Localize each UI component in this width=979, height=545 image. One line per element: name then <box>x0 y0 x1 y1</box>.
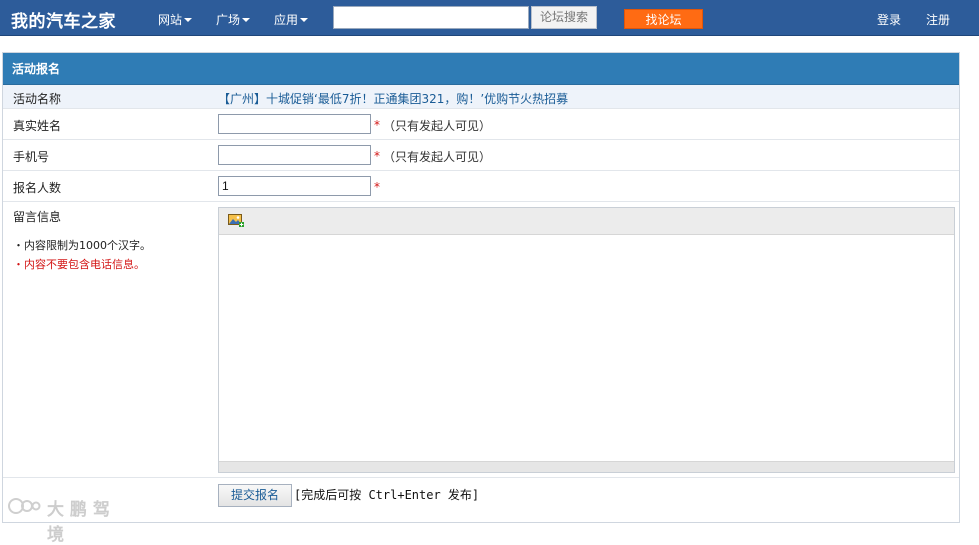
site-logo[interactable]: 我的汽车之家 <box>11 7 116 32</box>
phone-hint: （只有发起人可见） <box>383 150 492 164</box>
message-no-phone-note: ・内容不要包含电话信息。 <box>13 258 145 271</box>
watermark-text: 大 鹏 驾 境 <box>47 500 110 545</box>
chevron-down-icon <box>242 18 251 22</box>
chevron-down-icon <box>300 18 309 22</box>
top-navbar: 我的汽车之家 网站 广场 应用 论坛搜索 找论坛 登录 注册 <box>0 0 979 36</box>
participant-count-field[interactable] <box>218 176 371 196</box>
required-marker: * <box>374 118 380 132</box>
phone-label: 手机号 <box>13 150 50 164</box>
required-marker: * <box>374 149 380 163</box>
required-marker: * <box>374 180 380 194</box>
participant-count-label: 报名人数 <box>13 181 62 195</box>
message-editor <box>218 207 955 473</box>
message-row: 留言信息 ・内容限制为1000个汉字。 ・内容不要包含电话信息。 <box>3 202 959 478</box>
insert-image-icon[interactable] <box>228 214 244 228</box>
real-name-hint: （只有发起人可见） <box>383 119 492 133</box>
panel-title: 活动报名 <box>3 53 959 85</box>
editor-toolbar <box>219 208 954 235</box>
message-textarea[interactable] <box>219 236 954 461</box>
real-name-field[interactable] <box>218 114 371 134</box>
forum-search-button[interactable]: 论坛搜索 <box>531 6 597 29</box>
register-link[interactable]: 注册 <box>926 11 950 28</box>
nav-square-menu[interactable]: 广场 <box>216 11 251 28</box>
real-name-row: 真实姓名 * （只有发起人可见） <box>3 109 959 140</box>
nav-website-menu[interactable]: 网站 <box>158 11 193 28</box>
real-name-label: 真实姓名 <box>13 119 62 133</box>
submit-signup-button[interactable]: 提交报名 <box>218 484 292 507</box>
activity-name-row: 活动名称 【广州】十城促销‘最低7折！正通集团321，购！’优购节火热招募 <box>3 85 959 109</box>
submit-shortcut-hint: [完成后可按 Ctrl+Enter 发布] <box>294 488 480 502</box>
forum-search-input[interactable] <box>333 6 529 29</box>
find-forum-button[interactable]: 找论坛 <box>624 9 703 29</box>
participant-count-row: 报名人数 * <box>3 171 959 202</box>
message-label: 留言信息 <box>13 210 62 224</box>
nav-apps-menu[interactable]: 应用 <box>274 11 309 28</box>
submit-row: 提交报名 [完成后可按 Ctrl+Enter 发布] <box>3 478 959 523</box>
nav-website-label: 网站 <box>158 13 183 27</box>
watermark-logo-icon <box>8 498 41 514</box>
activity-name-label: 活动名称 <box>13 92 62 106</box>
message-limit-note: ・内容限制为1000个汉字。 <box>13 239 151 252</box>
phone-row: 手机号 * （只有发起人可见） <box>3 140 959 171</box>
activity-signup-panel: 活动报名 活动名称 【广州】十城促销‘最低7折！正通集团321，购！’优购节火热… <box>2 52 960 523</box>
nav-apps-label: 应用 <box>274 13 299 27</box>
phone-field[interactable] <box>218 145 371 165</box>
activity-name-link[interactable]: 【广州】十城促销‘最低7折！正通集团321，购！’优购节火热招募 <box>218 90 568 107</box>
watermark: 大 鹏 驾 境 <box>7 494 132 545</box>
nav-square-label: 广场 <box>216 13 241 27</box>
chevron-down-icon <box>184 18 193 22</box>
editor-resize-bar[interactable] <box>219 461 954 472</box>
login-link[interactable]: 登录 <box>877 11 901 28</box>
